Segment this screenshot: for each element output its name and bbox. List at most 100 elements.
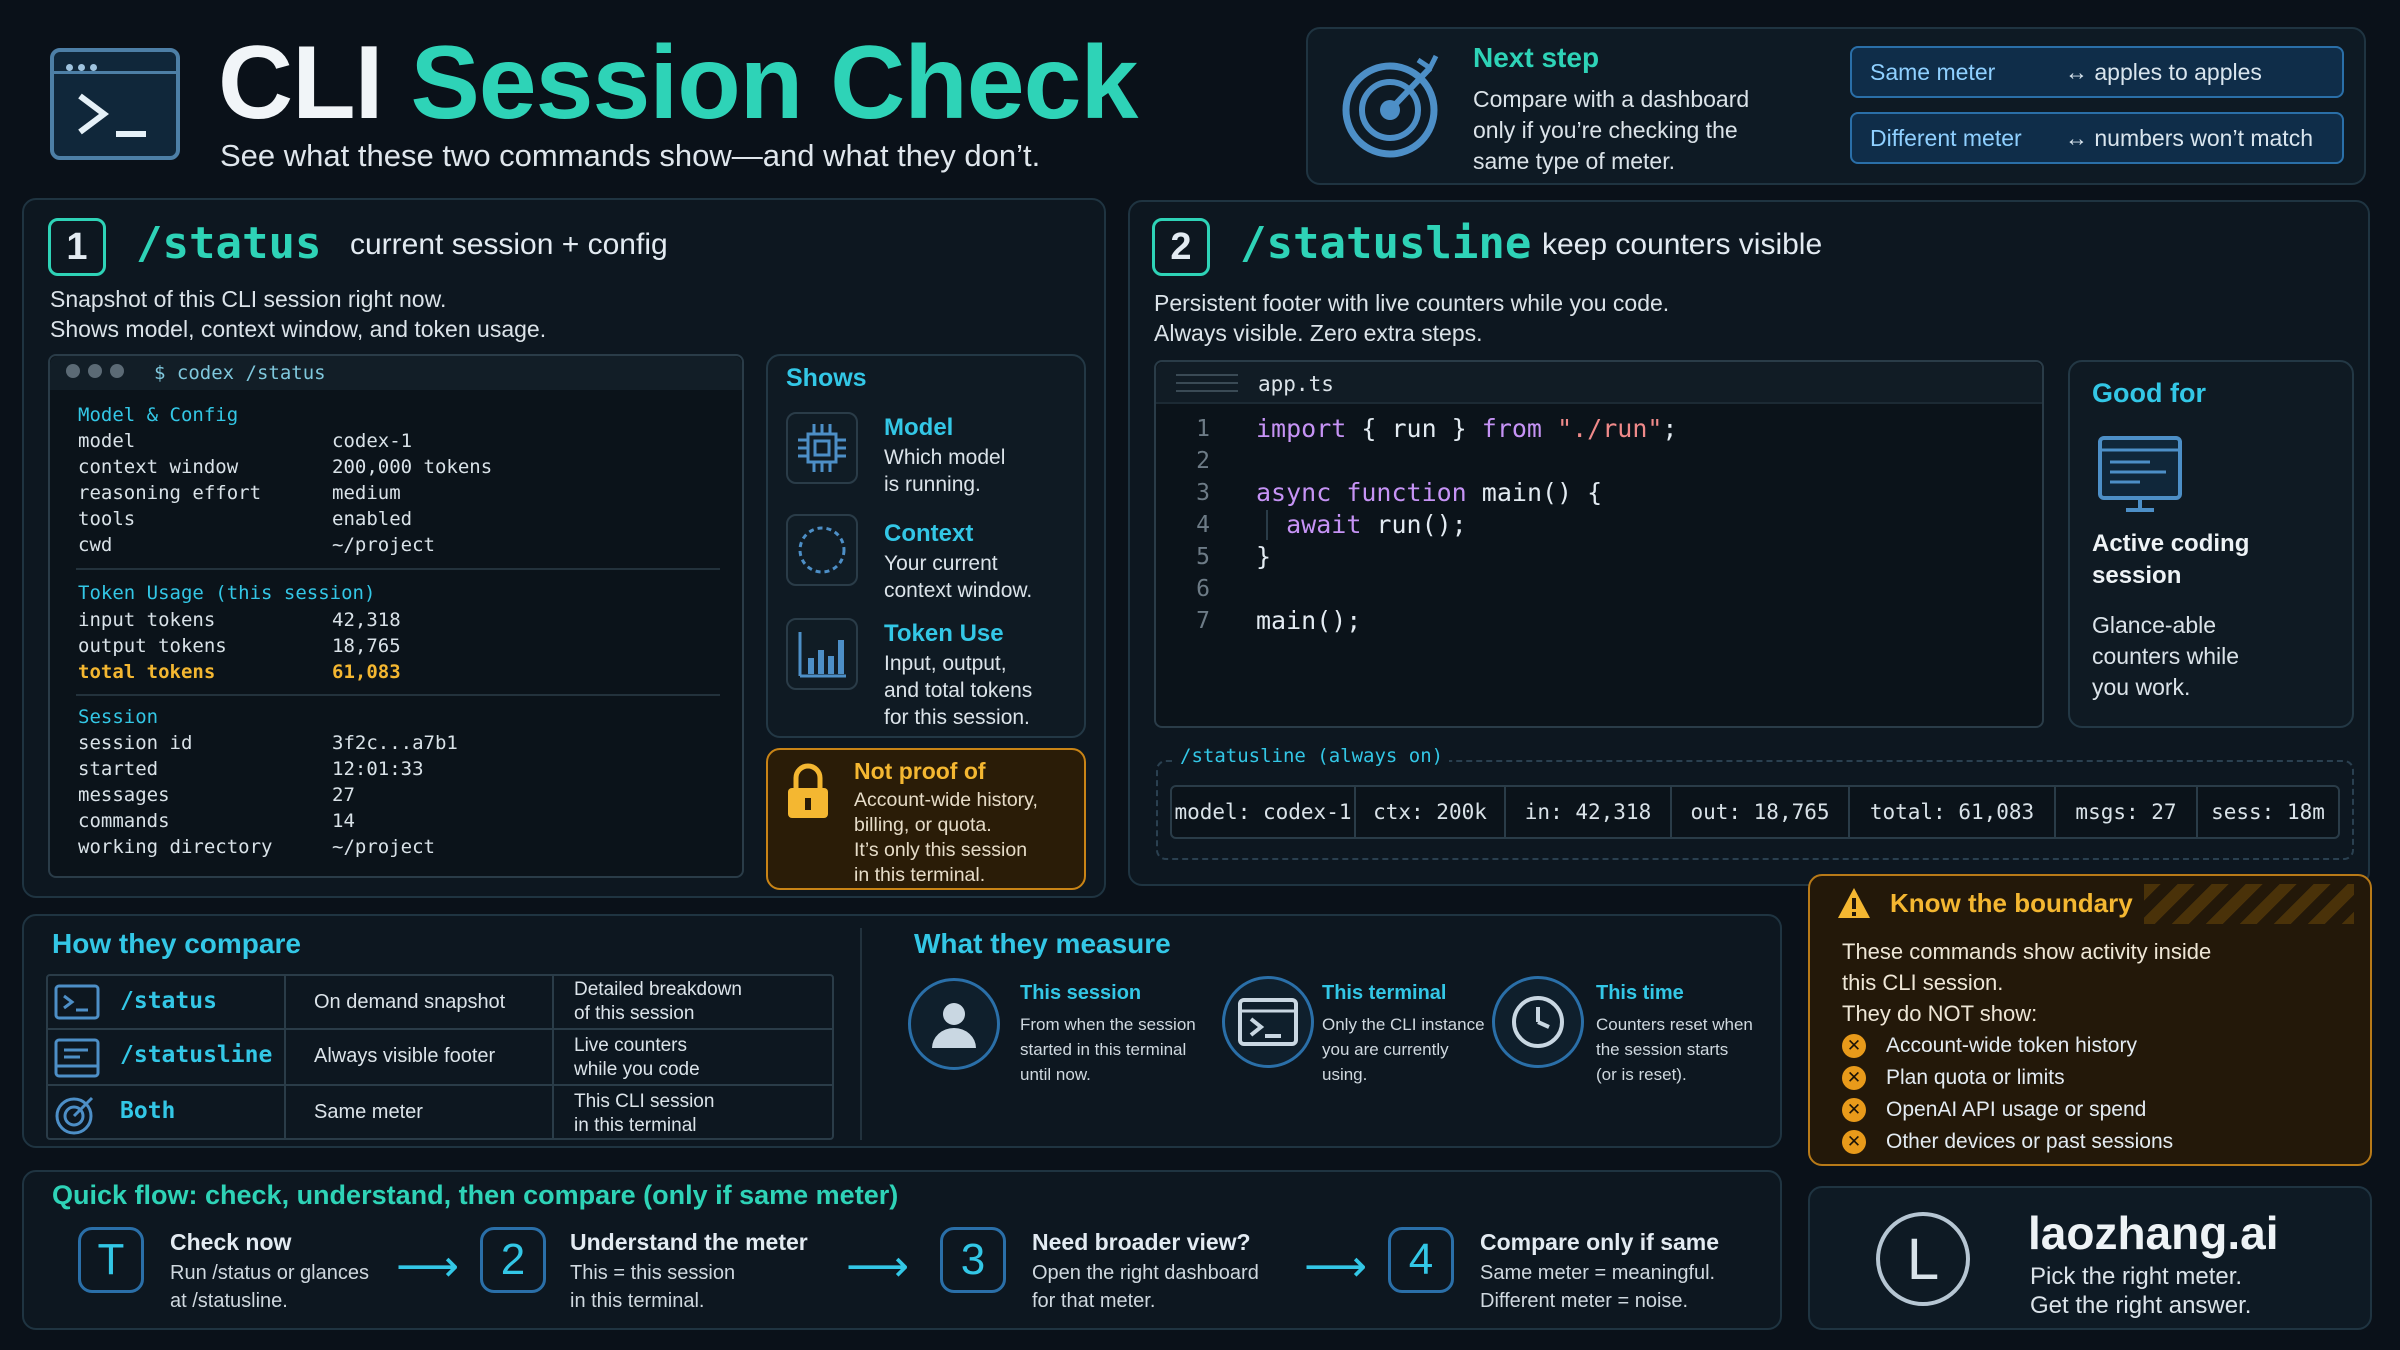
row-key: cwd (78, 534, 113, 556)
good-for-title: Good for (2092, 378, 2206, 408)
page-title: CLI Session Check (218, 24, 1138, 143)
row-key: commands (78, 810, 170, 832)
good-for-desc-line: Glance-able (2092, 612, 2217, 638)
shows-token-title: Token Use (884, 620, 1004, 647)
table-vline (284, 976, 286, 1140)
desc-line: Account-wide history, (854, 789, 1038, 811)
compare-row-both-what: This CLI session in this terminal (574, 1090, 714, 1138)
section-divider (860, 928, 862, 1140)
clock-icon (1492, 976, 1584, 1068)
desc-line: From when the session (1020, 1015, 1196, 1034)
statusline-tagline: keep counters visible (1542, 228, 1823, 261)
next-step-desc: Compare with a dashboard only if you’re … (1473, 84, 1749, 177)
shows-model-title: Model (884, 414, 954, 441)
compare-row-status-when: On demand snapshot (314, 991, 506, 1013)
desc-line: at /statusline. (170, 1290, 288, 1312)
statusline-bar-label: /statusline (always on) (1174, 745, 1450, 767)
good-for-desc-line: counters while (2092, 643, 2240, 669)
brand-tagline: Pick the right meter. Get the right answ… (2030, 1262, 2251, 1320)
cell-line: in this terminal (574, 1115, 697, 1136)
row-value: 3f2c...a7b1 (332, 732, 458, 754)
not-proof-title: Not proof of (854, 758, 986, 784)
window-dots (66, 364, 124, 383)
different-meter-button[interactable]: Different meter ↔ numbers won’t match (1850, 112, 2344, 164)
step-badge-1: 1 (48, 218, 106, 276)
line-number: 7 (1196, 608, 1210, 634)
statusline-cell-model: model: codex-1 (1174, 800, 1352, 824)
same-meter-button[interactable]: Same meter ↔ apples to apples (1850, 46, 2344, 98)
flow-step-3-badge: 3 (940, 1227, 1006, 1293)
term-row: model codex-1 (78, 430, 412, 452)
x-circle-icon: ✕ (1842, 1098, 1866, 1122)
x-circle-icon: ✕ (1842, 1066, 1866, 1090)
row-key: context window (78, 456, 239, 478)
boundary-item-text: Other devices or past sessions (1886, 1130, 2174, 1153)
step-badge-2: 2 (1152, 218, 1210, 276)
desc-line: for that meter. (1032, 1290, 1156, 1312)
next-step-desc-line: Compare with a dashboard (1473, 86, 1750, 112)
desc-line: Only the CLI instance (1322, 1015, 1485, 1034)
terminal-icon (54, 984, 100, 1020)
measure-terminal-title: This terminal (1322, 982, 1447, 1004)
quick-flow-title: Quick flow: check, understand, then comp… (52, 1180, 899, 1210)
desc-line: Run /status or glances (170, 1262, 369, 1284)
person-icon (908, 978, 1000, 1070)
statusline-cell-out: out: 18,765 (1690, 800, 1830, 824)
brand-logo: L (1876, 1212, 1970, 1306)
statusline-cell-sess: sess: 18m (2211, 800, 2325, 824)
statusline-desc-line: Always visible. Zero extra steps. (1154, 320, 1483, 346)
arrow-right-icon: ⟶ (1304, 1242, 1368, 1291)
row-key: tools (78, 508, 136, 530)
term-row: session id 3f2c...a7b1 (78, 732, 458, 754)
arrow-right-icon: ⟶ (846, 1242, 910, 1291)
table-vline (552, 976, 554, 1140)
warning-icon (1838, 888, 1870, 918)
terminal-title: $ codex /status (154, 362, 326, 384)
line-number: 4 (1196, 512, 1210, 538)
desc-line: This = this session (570, 1262, 736, 1284)
footer-window-icon (54, 1038, 100, 1078)
row-key: total tokens (78, 661, 216, 683)
desc-line: using. (1322, 1065, 1368, 1084)
cell-line: while you code (574, 1059, 700, 1080)
desc-line: you are currently (1322, 1040, 1449, 1059)
shows-title: Shows (786, 364, 867, 392)
indent-guide (1266, 510, 1268, 540)
desc-line: Counters reset when (1596, 1015, 1753, 1034)
shows-context-title: Context (884, 520, 974, 547)
good-for-desc-line: you work. (2092, 674, 2191, 700)
different-meter-label: Different meter (1870, 124, 2022, 151)
brand-tagline-line: Pick the right meter. (2030, 1263, 2243, 1290)
file-tab[interactable]: app.ts (1258, 372, 1334, 396)
section-token-usage: Token Usage (this session) (78, 582, 376, 604)
row-key: messages (78, 784, 170, 806)
cell-line: of this session (574, 1003, 695, 1024)
page-subtitle: See what these two commands show—and wha… (220, 138, 1041, 173)
row-key: output tokens (78, 635, 227, 657)
dashed-circle-icon (786, 514, 858, 586)
good-for-desc: Glance-able counters while you work. (2092, 610, 2239, 703)
compare-row-statusline-what: Live counters while you code (574, 1034, 700, 1082)
code-line-4: await run(); (1286, 510, 1467, 539)
code-line-5: } (1256, 542, 1272, 571)
term-row: input tokens 42,318 (78, 609, 401, 631)
desc-line: and total tokens (884, 679, 1033, 702)
row-value: 27 (332, 784, 355, 806)
flow-step-4-badge: 4 (1388, 1227, 1454, 1293)
compare-row-status-what: Detailed breakdown of this session (574, 978, 742, 1026)
next-step-title: Next step (1473, 42, 1600, 73)
measure-time-desc: Counters reset when the session starts (… (1596, 1012, 1753, 1087)
term-row: commands 14 (78, 810, 355, 832)
compare-row-status-cmd: /status (120, 988, 217, 1014)
shows-model-desc: Which model is running. (884, 444, 1005, 498)
row-value: 61,083 (332, 661, 401, 683)
compare-row-both-cmd: Both (120, 1098, 176, 1124)
boundary-item: ✕ Other devices or past sessions (1842, 1130, 2173, 1154)
statusline-cell-in: in: 42,318 (1524, 800, 1652, 824)
desc-line: the session starts (1596, 1040, 1729, 1059)
row-key: working directory (78, 836, 273, 858)
line-number: 3 (1196, 480, 1210, 506)
statusline-command: /statusline (1240, 218, 1532, 269)
shows-context-desc: Your current context window. (884, 550, 1032, 604)
target-icon (1342, 54, 1439, 158)
